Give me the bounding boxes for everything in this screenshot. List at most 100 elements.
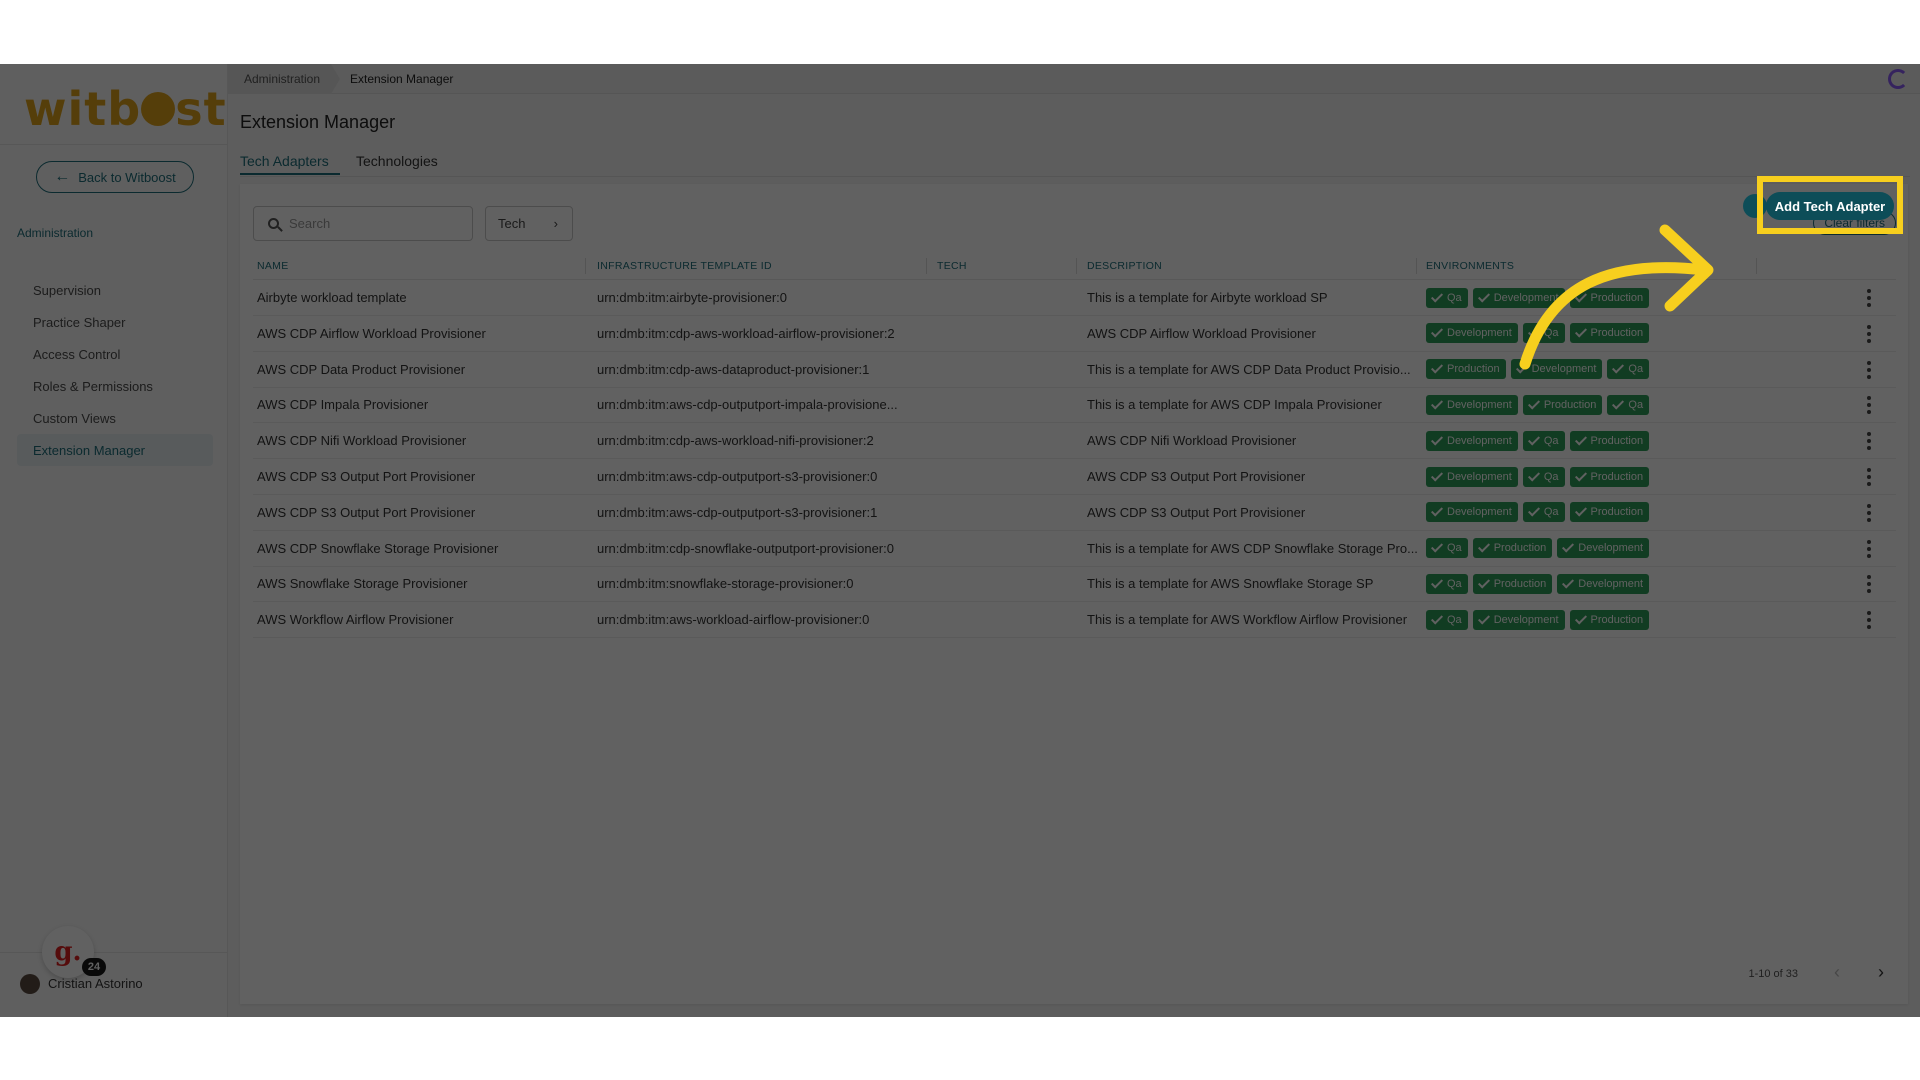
table-row[interactable]: AWS CDP Nifi Workload Provisioner urn:dmb… — [253, 423, 1896, 460]
avatar[interactable] — [20, 974, 40, 994]
kebab-menu-icon[interactable] — [1867, 503, 1871, 522]
cell-tech — [937, 316, 1077, 351]
environment-chip: Production — [1569, 466, 1650, 487]
environment-label: Development — [1578, 542, 1644, 555]
check-icon — [1527, 504, 1540, 517]
environment-label: Production — [1493, 542, 1547, 555]
kebab-dot — [1867, 575, 1871, 580]
table-row[interactable]: AWS CDP Impala Provisioner urn:dmb:itm:aw… — [253, 387, 1896, 424]
column-separator — [926, 258, 927, 274]
environment-chip: Development — [1426, 394, 1518, 415]
breadcrumb-administration[interactable]: Administration — [228, 64, 340, 94]
table-row[interactable]: AWS CDP S3 Output Port Provisioner urn:dm… — [253, 459, 1896, 495]
cell-tech — [937, 531, 1077, 566]
tech-filter-label: Tech — [498, 216, 526, 231]
column-separator — [1416, 258, 1417, 274]
kebab-menu-icon[interactable] — [1867, 539, 1871, 558]
cell-description: This is a template for AWS CDP Data Prod… — [1087, 361, 1411, 377]
kebab-menu-icon[interactable] — [1867, 575, 1871, 594]
user-name[interactable]: Cristian Astorino — [48, 976, 143, 991]
environment-chip: Production — [1569, 609, 1650, 630]
column-header-tech[interactable]: Tech — [937, 254, 967, 278]
column-header-name[interactable]: Name — [257, 254, 289, 278]
tab-tech-adapters[interactable]: Tech Adapters — [240, 153, 329, 169]
environment-label: Qa — [1447, 291, 1462, 304]
highlight-frame — [1757, 176, 1903, 234]
chevron-right-icon[interactable]: › — [1878, 962, 1884, 983]
cell-environments: Qa Development Production — [1426, 602, 1650, 637]
cell-tech — [937, 352, 1077, 387]
kebab-dot — [1867, 503, 1871, 508]
cell-template-id: urn:dmb:itm:cdp-aws-workload-nifi-provis… — [597, 433, 874, 449]
logo-mark-icon — [141, 91, 176, 126]
tab-technologies[interactable]: Technologies — [356, 153, 438, 169]
callout-arrow-icon — [1519, 224, 1714, 370]
environment-label: Production — [1590, 506, 1644, 519]
kebab-menu-icon[interactable] — [1867, 468, 1871, 486]
kebab-menu-icon[interactable] — [1867, 432, 1871, 451]
environment-label: Production — [1590, 470, 1644, 483]
column-separator — [1076, 258, 1077, 274]
kebab-dot — [1867, 303, 1871, 307]
breadcrumb-extension-manager: Extension Manager — [350, 72, 454, 86]
column-separator — [1756, 258, 1757, 274]
cell-name: AWS CDP Data Product Provisioner — [257, 361, 466, 377]
check-icon — [1430, 361, 1444, 374]
kebab-dot — [1867, 296, 1871, 300]
table-row[interactable]: AWS Workflow Airflow Provisioner urn:dmb:… — [253, 602, 1896, 639]
sidebar-item-roles-permissions[interactable]: Roles & Permissions — [17, 370, 213, 402]
kebab-dot — [1867, 324, 1871, 329]
kebab-menu-icon[interactable] — [1867, 289, 1871, 307]
table-row[interactable]: AWS CDP Snowflake Storage Provisioner urn… — [253, 531, 1896, 567]
kebab-dot — [1867, 410, 1871, 415]
kebab-dot — [1867, 517, 1871, 522]
kebab-dot — [1867, 396, 1871, 401]
kebab-menu-icon[interactable] — [1867, 396, 1871, 415]
search-placeholder: Search — [289, 216, 331, 231]
sidebar-item-custom-views[interactable]: Custom Views — [17, 402, 213, 434]
loading-ring-icon[interactable] — [1888, 69, 1908, 89]
chevron-left-icon[interactable]: ‹ — [1834, 962, 1840, 983]
cell-name: AWS Snowflake Storage Provisioner — [257, 576, 468, 592]
cell-template-id: urn:dmb:itm:cdp-snowflake-outputport-pro… — [597, 540, 894, 556]
environment-chip: Qa — [1607, 394, 1650, 415]
kebab-dot — [1867, 439, 1871, 444]
app-window: witb st ← Back to Witboost Administration… — [0, 64, 1920, 1017]
cell-description: This is a template for AWS CDP Impala Pr… — [1087, 397, 1382, 413]
table-row[interactable]: AWS Snowflake Storage Provisioner urn:dmb… — [253, 566, 1896, 603]
environment-label: Production — [1493, 577, 1547, 590]
environment-label: Development — [1493, 613, 1559, 626]
kebab-menu-icon[interactable] — [1867, 324, 1871, 343]
kebab-menu-icon[interactable] — [1867, 611, 1871, 630]
cell-name: AWS Workflow Airflow Provisioner — [257, 612, 454, 628]
environment-chip: Development — [1426, 502, 1518, 523]
environment-chip: Qa — [1426, 287, 1468, 308]
cell-tech — [937, 566, 1077, 601]
cell-description: This is a template for AWS CDP Snowflake… — [1087, 540, 1418, 556]
environment-chip: Development — [1557, 573, 1650, 594]
kebab-dot — [1867, 360, 1871, 365]
sidebar-item-extension-manager[interactable]: Extension Manager — [17, 434, 213, 466]
search-input[interactable]: Search — [253, 206, 473, 241]
back-to-witboost-button[interactable]: ← Back to Witboost — [36, 161, 194, 193]
kebab-menu-icon[interactable] — [1867, 360, 1871, 379]
kebab-dot — [1867, 289, 1871, 293]
environment-chip: Production — [1472, 573, 1553, 594]
cell-environments: Development Qa Production — [1426, 423, 1650, 458]
kebab-dot — [1867, 539, 1871, 544]
sidebar-item-access-control[interactable]: Access Control — [17, 338, 213, 370]
cell-template-id: urn:dmb:itm:aws-cdp-outputport-s3-provis… — [597, 469, 878, 484]
sidebar-item-practice-shaper[interactable]: Practice Shaper — [17, 306, 213, 338]
column-separator — [585, 258, 586, 274]
column-header-template-id[interactable]: Infrastructure Template ID — [597, 254, 772, 278]
tech-filter-button[interactable]: Tech › — [485, 206, 573, 241]
kebab-dot — [1867, 510, 1871, 515]
table-row[interactable]: AWS CDP S3 Output Port Provisioner urn:dm… — [253, 495, 1896, 531]
cell-description: AWS CDP S3 Output Port Provisioner — [1087, 469, 1306, 484]
search-icon — [268, 218, 279, 229]
sidebar-item-supervision[interactable]: Supervision — [17, 274, 213, 306]
environment-label: Qa — [1628, 398, 1644, 411]
column-header-description[interactable]: Description — [1087, 254, 1162, 278]
cell-template-id: urn:dmb:itm:aws-cdp-outputport-s3-provis… — [597, 504, 878, 520]
check-icon — [1574, 468, 1587, 482]
